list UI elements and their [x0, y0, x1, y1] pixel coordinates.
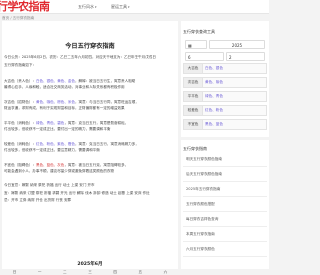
nav-item-label: 星运工具: [111, 4, 127, 9]
paragraph-text: 平平色（消耗色）：: [4, 121, 36, 125]
article-panel: 今日五行穿衣指南 今日公历：2025年6月2日，农历：乙巳二五年六月初四，对应天…: [2, 21, 178, 274]
paragraph-text: 忌：开市 立券 纳财 开仓 出货财 行丧 安葬: [4, 198, 72, 202]
paragraph-text: 五行穿衣指南如下：: [4, 63, 36, 67]
calendar-weekday: 四: [113, 270, 117, 274]
color-list: 红色、粉色、紫色、橙色: [35, 142, 75, 146]
calendar-weekday: 三: [88, 270, 92, 274]
color-category-value: 白色、银色: [205, 66, 223, 70]
day-select[interactable]: 2: [226, 52, 265, 61]
color-category-value: 绿色、青色: [205, 94, 223, 98]
color-list: 绿色、青色、碧色: [35, 121, 65, 125]
paragraph-text: 不宜色（阻碍色）：: [4, 163, 36, 167]
chevron-down-icon: ▾: [128, 5, 130, 9]
paragraph-text: ，寓意：克当日五行，寓意是勤奋耕耘，: [64, 121, 129, 125]
links-title: 五行穿衣指南: [183, 146, 207, 151]
article-paragraph: 次吉色（招财色）：黄色、咖色、棕色、米色，寓意：与当日五行同，寓意旺运吉顺，: [4, 100, 176, 105]
related-link[interactable]: 本周五行穿衣指南: [186, 232, 215, 237]
month-select[interactable]: 6: [185, 52, 224, 61]
paragraph-text: 次吉色（招财色）：: [4, 100, 36, 104]
color-result-row: 不宜色 黑色、蓝色: [183, 119, 267, 130]
calendar-weekday-row: 日一二三四五六: [2, 270, 178, 275]
color-list: 白色、银色、黄色、金色: [35, 79, 75, 83]
nav-item-tools[interactable]: 星运工具▾: [111, 0, 130, 14]
paragraph-text: 大吉色（贵人色）：: [4, 79, 36, 83]
calendar-weekday: 五: [138, 270, 143, 274]
color-list: 黑色、蓝色、灰色: [35, 163, 65, 167]
article-paragraph: 今日宜忌：嫁娶 纳采 祭祀 祈福 出行 动土 上梁 安门 开市: [4, 183, 176, 188]
calendar-weekday: 二: [63, 270, 67, 274]
page-title: 今日五行穿衣指南: [65, 43, 115, 50]
paragraph-text: 宜：嫁娶 纳采 订盟 祭祀 祈福 求嗣 开光 出行 解除 伐木 拆卸 修造 动土…: [4, 191, 150, 195]
article-paragraph: 最得心应手，人缘和睦，适合社交商务活动，对事业和人际关系都有积极作用: [4, 85, 176, 90]
link-divider: [183, 166, 267, 167]
link-divider: [183, 256, 267, 257]
article-paragraph: 忌：开市 立券 纳财 开仓 出货财 行丧 安葬: [4, 198, 176, 203]
article-paragraph: 付出较多，但收获不一定成正比，要付出一定的精力，需要调和平衡: [4, 127, 176, 132]
related-link[interactable]: 每日穿衣吉祥色查询: [186, 217, 218, 222]
color-result-row: 较差色 红色、粉色: [183, 105, 267, 116]
article-paragraph: 较差色（消耗色）：红色、粉色、紫色、橙色，寓意：克当日五行，寓意消耗精力多，: [4, 142, 176, 147]
color-category-value: 黑色、蓝色: [205, 122, 223, 126]
link-divider: [183, 181, 267, 182]
top-bar: 行学农指南 五行风水▾ 星运工具▾: [0, 0, 269, 14]
paragraph-text: 付出较多，但收获不一定成正比，要付出一定的精力，需要调和平衡: [4, 127, 111, 131]
color-category-label: 不宜色: [184, 120, 203, 129]
paragraph-text: 最得心应手，人缘和睦，适合社交商务活动，对事业和人际关系都有积极作用: [4, 85, 125, 89]
paragraph-text: 财运亨通，求财有成，有利于实现财富和目标，正财偏财都有一定的增益效果: [4, 106, 125, 110]
related-link[interactable]: 六月五行穿衣颜色: [186, 247, 215, 252]
article-paragraph: 今日公历：2025年6月2日，农历：乙巳二五年六月初四，对应天干地支为：乙巳年壬…: [4, 55, 176, 60]
color-result-row: 大吉色 白色、银色: [183, 63, 267, 74]
color-category-value: 红色、粉色: [205, 108, 223, 112]
calendar-weekday: 六: [163, 270, 168, 274]
related-link[interactable]: 2025年五行穿衣指南: [186, 187, 220, 192]
article-paragraph: 不宜色（阻碍色）：黑色、蓝色、灰色，寓意：被当日五行克，寓意阻碍较多，: [4, 163, 176, 168]
chevron-down-icon: ▾: [95, 5, 97, 9]
article-paragraph: 五行穿衣指南如下：: [4, 63, 176, 68]
date-picker-icon[interactable]: ▦: [185, 40, 207, 49]
link-divider: [183, 226, 267, 227]
calendar-weekday: 日: [12, 270, 17, 274]
nav-item-wuxing[interactable]: 五行风水▾: [78, 0, 97, 14]
color-category-value: 黄色、咖色: [205, 80, 223, 84]
paragraph-text: 付出较多，但收获不一定成正比，要注意精力，需要调和平衡: [4, 148, 100, 152]
link-divider: [183, 211, 267, 212]
color-list: 黄色、咖色、棕色、米色: [35, 100, 75, 104]
article-paragraph: 宜：嫁娶 纳采 订盟 祭祀 祈福 求嗣 开光 出行 解除 伐木 拆卸 修造 动土…: [4, 191, 176, 196]
paragraph-text: 可能会遇到小人，办事不顺，建议尽量少穿或避免穿着这类颜色的衣物: [4, 169, 114, 173]
site-logo[interactable]: 行学农指南: [0, 0, 50, 13]
color-category-label: 较差色: [184, 106, 203, 115]
calendar-weekday: 一: [37, 270, 42, 274]
article-paragraph: 平平色（消耗色）：绿色、青色、碧色，寓意：克当日五行，寓意是勤奋耕耘，: [4, 121, 176, 126]
color-category-label: 次吉色: [184, 78, 203, 87]
related-link[interactable]: 五行穿衣颜色搭配: [186, 202, 215, 207]
paragraph-text: 今日公历：2025年6月2日，农历：乙巳二五年六月初四，对应天干地支为：乙巳年壬…: [4, 55, 156, 59]
link-divider: [183, 196, 267, 197]
article-paragraph: 大吉色（贵人色）：白色、银色、黄色、金色，解释：被当日五行生，寓意贵人相助: [4, 79, 176, 84]
tool-title: 五行穿衣查询工具: [183, 29, 215, 34]
color-result-row: 次吉色 黄色、咖色: [183, 77, 267, 88]
color-result-row: 平平色 绿色、青色: [183, 91, 267, 102]
related-link[interactable]: 后天五行穿衣颜色指南: [186, 172, 222, 177]
article-paragraph: 财运亨通，求财有成，有利于实现财富和目标，正财偏财都有一定的增益效果: [4, 106, 176, 111]
paragraph-text: ，解释：被当日五行生，寓意贵人相助: [74, 79, 136, 83]
color-category-label: 平平色: [184, 92, 203, 101]
paragraph-text: 今日宜忌：嫁娶 纳采 祭祀 祈福 出行 动土 上梁 安门 开市: [4, 183, 95, 187]
article-paragraph: 付出较多，但收获不一定成正比，要注意精力，需要调和平衡: [4, 148, 176, 153]
nav-item-label: 五行风水: [78, 4, 94, 9]
paragraph-text: ，寓意：被当日五行克，寓意阻碍较多，: [64, 163, 129, 167]
paragraph-text: ，寓意：克当日五行，寓意消耗精力多，: [74, 142, 139, 146]
article-paragraph: 可能会遇到小人，办事不顺，建议尽量少穿或避免穿着这类颜色的衣物: [4, 169, 176, 174]
year-select[interactable]: 2025: [209, 40, 265, 49]
color-category-label: 大吉色: [184, 64, 203, 73]
link-divider: [183, 241, 267, 242]
related-link[interactable]: 明天五行穿衣颜色指南: [186, 157, 222, 162]
calendar-title: 2025年6月: [77, 262, 103, 267]
paragraph-text: ，寓意：与当日五行同，寓意旺运吉顺，: [74, 100, 139, 104]
paragraph-text: 较差色（消耗色）：: [4, 142, 36, 146]
